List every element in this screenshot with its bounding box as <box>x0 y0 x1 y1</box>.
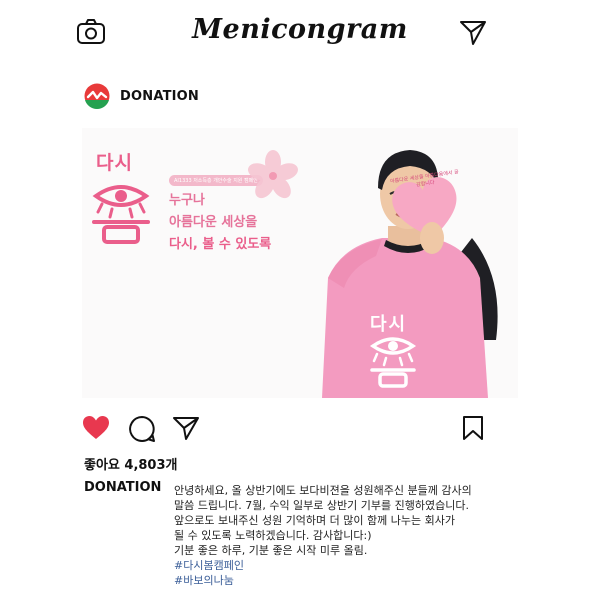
post-image[interactable]: 다시 봄 AI1333 저소득층 개안수술 지원 캠페인 누구나 아름다운 세상… <box>82 128 518 398</box>
caption-username[interactable]: DONATION <box>84 480 161 495</box>
hashtag-link[interactable]: #바보의나눔 <box>174 573 514 588</box>
caption-line-4: 될 수 있도록 노력하겠습니다. 감사합니다:) <box>174 529 372 542</box>
post-header: DONATION <box>84 82 199 110</box>
hashtag-link[interactable]: #다시봄캠페인 <box>174 558 514 573</box>
avatar[interactable] <box>84 83 110 109</box>
caption-line-3: 앞으로도 보내주신 성원 기억하며 더 많이 함께 나누는 회사가 <box>174 514 455 527</box>
campaign-title: 다시 <box>96 152 133 174</box>
caption-text: 안녕하세요, 올 상반기에도 보다비젼을 성원해주신 분들께 감사의 말씀 드립… <box>174 483 514 588</box>
app-logo: Menicongram <box>192 14 408 45</box>
comment-icon[interactable] <box>128 415 156 443</box>
caption-line-2: 말씀 드립니다. 7월, 수익 일부로 상반기 기부를 진행하였습니다. <box>174 499 469 512</box>
heart-icon[interactable] <box>82 415 110 441</box>
send-icon[interactable] <box>458 18 488 46</box>
eye-logo-graphic: 봄 <box>92 185 150 244</box>
caption-line-1: 안녕하세요, 올 상반기에도 보다비젼을 성원해주신 분들께 감사의 <box>174 484 472 497</box>
likes-count[interactable]: 좋아요 4,803개 <box>84 454 178 473</box>
slogan-line-2: 아름다운 세상을 <box>169 215 258 230</box>
top-bar: Menicongram <box>0 0 600 62</box>
caption-line-5: 기분 좋은 하루, 기분 좋은 시작 미루 올림. <box>174 544 368 557</box>
slogan-line-3: 다시, 볼 수 있도록 <box>169 237 272 252</box>
post-actions <box>80 412 490 444</box>
bookmark-icon[interactable] <box>462 415 484 441</box>
account-name[interactable]: DONATION <box>120 89 199 104</box>
share-icon[interactable] <box>172 415 200 441</box>
shirt-eye-graphic <box>369 337 417 388</box>
